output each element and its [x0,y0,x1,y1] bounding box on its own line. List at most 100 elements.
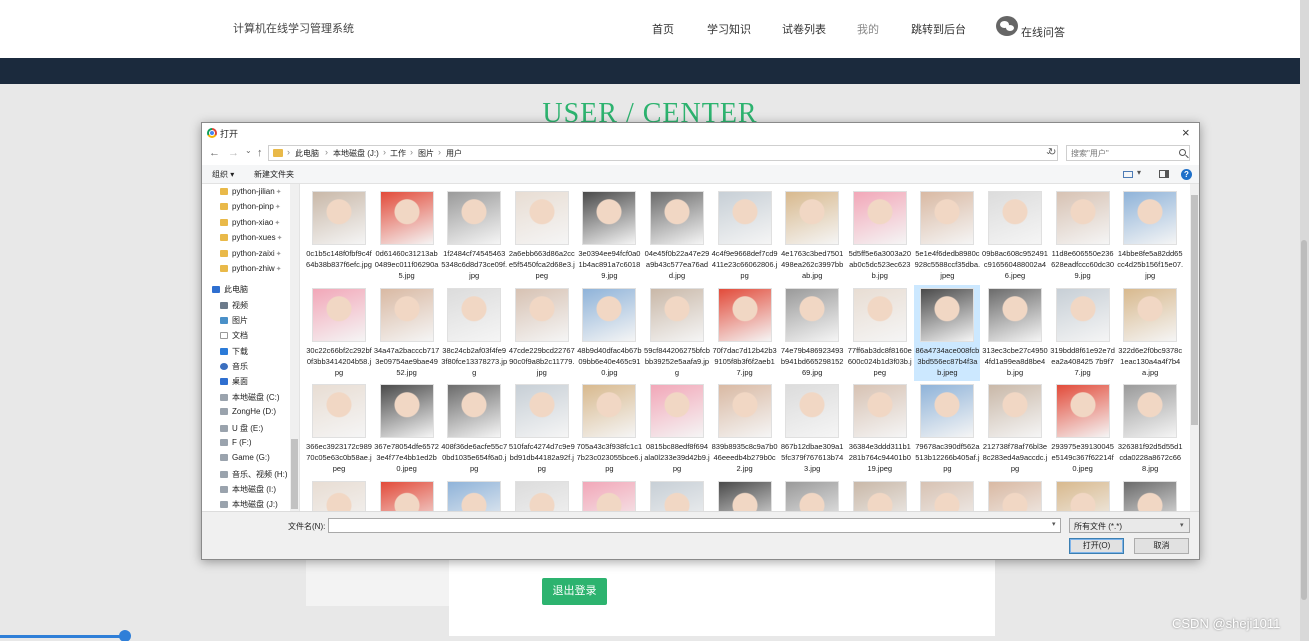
breadcrumb-work[interactable]: 工作 [390,148,406,159]
file-item[interactable]: 867b12dbae309a15fc379f767613b743.jpg [779,381,845,477]
breadcrumb-pictures[interactable]: 图片 [418,148,434,159]
file-item[interactable]: 322d6e2f0bc9378c1eac130a4a4f7b4a.jpg [1117,285,1183,381]
file-item[interactable] [847,478,913,511]
file-item[interactable]: 326381f92d5d55d1cda0228a8672c668.jpg [1117,381,1183,477]
file-item[interactable]: 4e1763c3bed7501498ea262c3997bbab.jpg [779,188,845,284]
file-item[interactable]: 04e45f0b22a47e29a9b43c577ea76add.jpg [644,188,710,284]
file-item[interactable]: 59cf844206275bfcbbb39252e5aafa9.jpg [644,285,710,381]
view-options-chevron-icon[interactable]: ▾ [1137,168,1141,177]
address-bar[interactable]: › 此电脑 › 本地磁盘 (J:) › 工作 › 图片 › 用户 ⌄ [268,145,1058,161]
recent-locations-chevron-icon[interactable]: ⌄ [245,146,252,155]
file-item[interactable]: 36384e3ddd311b1281b764c94401b019.jpeg [847,381,913,477]
file-item[interactable]: 705a43c3f938fc1c17b23c023055bce6.jpg [576,381,642,477]
sidebar-item-drive-i[interactable]: 本地磁盘 (I:) [220,484,276,498]
sidebar-item-videos[interactable]: 视频 [220,300,248,314]
sidebar-item-pictures[interactable]: 图片 [220,315,248,329]
file-item[interactable]: 86a4734ace008fcb3bd556ec87b4f3ab.jpeg [914,284,981,381]
sidebar-item-quick-access[interactable]: python-zhiw✦ [220,264,282,278]
new-folder-button[interactable]: 新建文件夹 [254,169,294,180]
cancel-button[interactable]: 取消 [1134,538,1189,554]
nav-study-knowledge[interactable]: 学习知识 [707,21,751,37]
breadcrumb-this-pc[interactable]: 此电脑 [295,148,319,159]
file-item[interactable]: 839b8935c8c9a7b046eeedb4b279b0c2.jpg [712,381,778,477]
file-item[interactable]: 319bdd8f61e92e7dea2a408425 7b9f77.jpg [1050,285,1116,381]
file-item[interactable]: 5e1e4f6dedb8980c928c5588ccf35dba.jpeg [914,188,980,284]
logout-button[interactable]: 退出登录 [542,578,607,605]
nav-exam-list[interactable]: 试卷列表 [782,21,826,37]
file-item[interactable]: 2a6ebb663d86a2cce5f5450fca2d68e3.jpeg [509,188,575,284]
sidebar-item-drive-g[interactable]: Game (G:) [220,453,270,467]
nav-admin-backend[interactable]: 跳转到后台 [911,21,966,37]
file-item[interactable] [914,478,980,511]
file-item[interactable] [374,478,440,511]
refresh-icon[interactable]: ↻ [1048,147,1056,158]
file-item[interactable]: 212738f78af76bl3e8c283ed4a9accdc.jpg [982,381,1048,477]
file-grid-scrollbar-thumb[interactable] [1191,195,1198,425]
sidebar-item-drive-f[interactable]: F (F:) [220,438,252,452]
file-item[interactable]: 14bbe8fe5a82dd65cc4d25b156f15e07.jpg [1117,188,1183,284]
help-icon[interactable]: ? [1181,169,1192,180]
dialog-titlebar[interactable]: 打开 × [202,123,1199,143]
file-item[interactable]: 0815bc88edf8f694ala0l233e39d42b9.jpg [644,381,710,477]
back-arrow-icon[interactable]: ← [209,147,220,159]
sidebar-item-quick-access[interactable]: python-jilian✦ [220,187,282,201]
preview-pane-icon[interactable] [1159,170,1169,178]
progress-knob[interactable] [119,630,131,641]
file-item[interactable]: 47cde229bcd2276790c0f9a8b2c11779.jpg [509,285,575,381]
sidebar-item-quick-access[interactable]: python-xiao✦ [220,218,280,232]
page-scrollbar-thumb[interactable] [1301,240,1307,600]
sidebar-item-quick-access[interactable]: python-pinp✦ [220,202,281,216]
sidebar-item-music[interactable]: 音乐 [220,361,248,375]
file-item[interactable]: 3e0394ee94fcf0a01b4ac891a7c60189.jpg [576,188,642,284]
sidebar-scrollbar-thumb[interactable] [291,439,298,509]
file-item[interactable]: 09b8ac608c952491c916560488002a46.jpeg [982,188,1048,284]
file-item[interactable]: 70f7dac7d12b42b39105f8b3f6f2aeb17.jpg [712,285,778,381]
file-item[interactable] [982,478,1048,511]
file-item[interactable]: 5d5ff5e6a3003a20ab0c5dc523ec623b.jpg [847,188,913,284]
search-icon[interactable] [1179,149,1186,156]
file-item[interactable]: 77ff6ab3dc8f8160e600c024b1d3f03b.jpeg [847,285,913,381]
filetype-select[interactable]: 所有文件 (*.*) ▾ [1069,518,1190,533]
filename-input[interactable] [328,518,1061,533]
file-item[interactable]: 510fafc4274d7c9e9bd91db44182a92f.jpg [509,381,575,477]
file-item[interactable]: 408f36de6acfe55c70bd1035e654f6a0.jpg [441,381,507,477]
file-item[interactable] [712,478,778,511]
sidebar-item-drive-e[interactable]: U 盘 (E:) [220,423,263,437]
file-item[interactable]: 48b9d40dfac4b67b09bb6e40e465c910.jpg [576,285,642,381]
filename-dropdown-chevron-icon[interactable]: ▾ [1052,520,1056,528]
file-item[interactable]: 4c4f9e9668def7cd9411e23c66062806.jpg [712,188,778,284]
sidebar-item-this-pc[interactable]: 此电脑 [212,284,248,298]
file-item[interactable] [779,478,845,511]
file-item[interactable]: 11d8e606550e236628eadfccc60dc309.jpg [1050,188,1116,284]
sidebar-item-drive-j[interactable]: 本地磁盘 (J:) [220,499,278,511]
file-item[interactable]: 30c22c66bf2c292bf0f3bb3414204b58.jpg [306,285,372,381]
file-item[interactable]: 0c1b5c148f0fbf9c4f64b38b837f6efc.jpg [306,188,372,284]
file-item[interactable] [306,478,372,511]
file-item[interactable] [1117,478,1183,511]
organize-menu[interactable]: 组织 ▾ [212,169,234,180]
sidebar-item-drive-d[interactable]: ZongHe (D:) [220,407,276,421]
wechat-icon[interactable] [996,16,1018,36]
file-item[interactable] [509,478,575,511]
file-item[interactable]: 366ec3923172c98970c05e63c0b58ae.jpeg [306,381,372,477]
file-item[interactable]: 38c24cb2af03f4fe93f80fce13378273.jpg [441,285,507,381]
nav-online-qa[interactable]: 在线问答 [1021,24,1065,40]
sidebar-item-documents[interactable]: 文档 [220,330,248,344]
sidebar-item-downloads[interactable]: 下载 [220,346,248,360]
forward-arrow-icon[interactable]: → [228,147,239,159]
file-item[interactable]: 79678ac390df562a513b12266b405af.jpg [914,381,980,477]
file-item[interactable]: 1f2484cf745454635348c6d8d73ce09f.jpg [441,188,507,284]
close-icon[interactable]: × [1182,125,1190,140]
file-item[interactable] [441,478,507,511]
file-item[interactable] [576,478,642,511]
breadcrumb-drive-j[interactable]: 本地磁盘 (J:) [333,148,379,159]
sidebar-item-drive-c[interactable]: 本地磁盘 (C:) [220,392,280,406]
nav-mine[interactable]: 我的 [857,21,879,37]
file-item[interactable] [644,478,710,511]
file-item[interactable]: 293975e39130045e5149c367f62214f0.jpeg [1050,381,1116,477]
file-item[interactable]: 0d61460c31213ab0489ec011f06290a5.jpg [374,188,440,284]
up-arrow-icon[interactable]: ↑ [257,147,263,159]
breadcrumb-users[interactable]: 用户 [446,148,462,159]
change-view-icon[interactable] [1123,171,1133,178]
file-item[interactable]: 367e78054dfe65723e4f77e4bb1ed2b0.jpeg [374,381,440,477]
